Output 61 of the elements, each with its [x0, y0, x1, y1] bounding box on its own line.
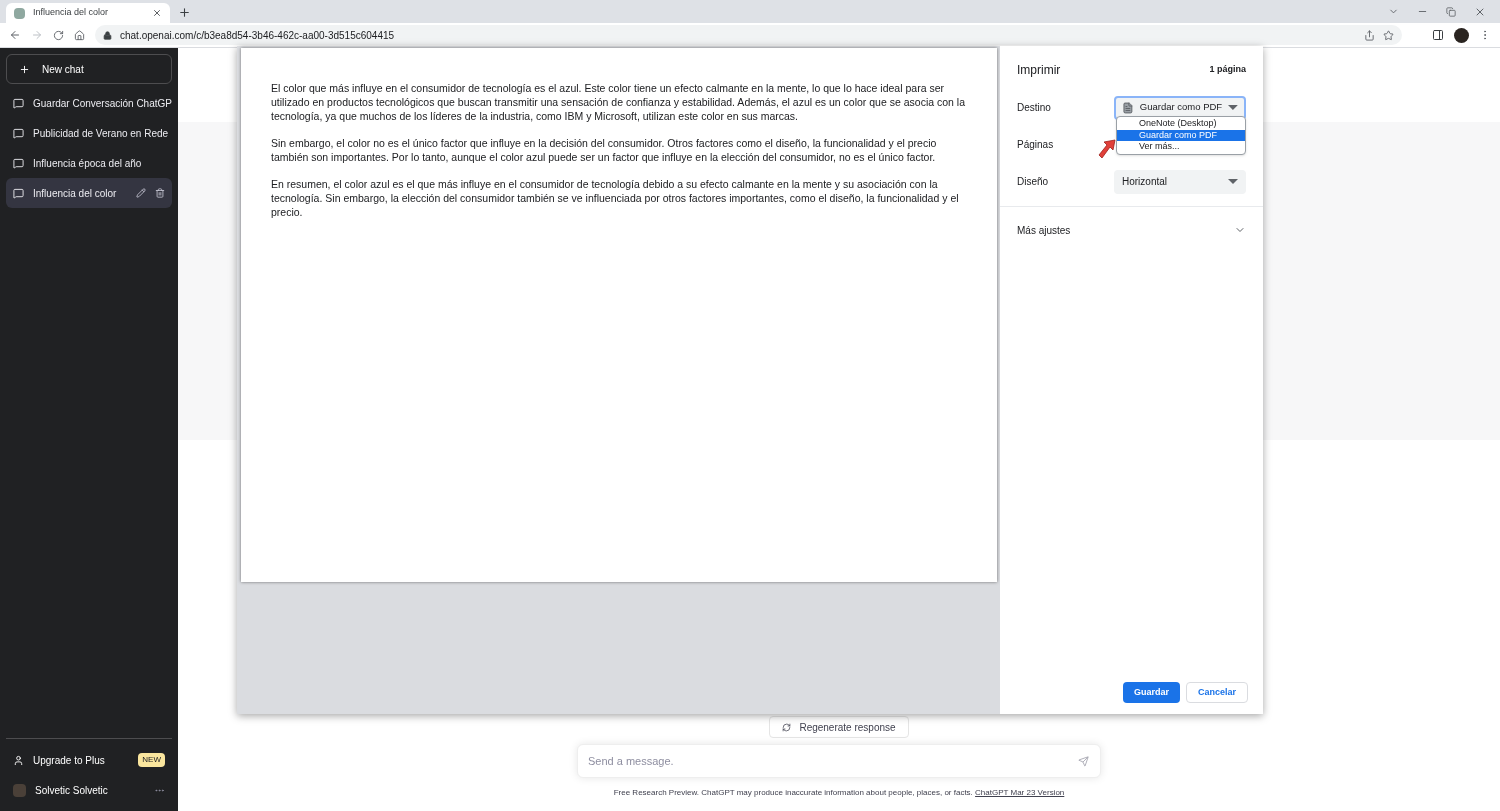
new-badge: NEW [138, 753, 165, 767]
home-icon[interactable] [74, 29, 85, 41]
chat-bubble-icon [13, 127, 24, 139]
layout-select[interactable]: Horizontal [1114, 169, 1246, 194]
chat-history-item[interactable]: Influencia del color [6, 178, 172, 208]
profile-avatar[interactable] [1454, 27, 1469, 43]
address-field[interactable]: chat.openai.com/c/b3ea8d54-3b46-462c-aa00-3d515c604415 [95, 25, 1402, 45]
message-input[interactable]: Send a message. [577, 744, 1101, 778]
refresh-icon [782, 722, 792, 732]
new-tab-icon[interactable] [178, 6, 191, 19]
more-settings-toggle[interactable]: Más ajustes [1017, 207, 1246, 253]
dropdown-option[interactable]: Guardar como PDF [1117, 129, 1245, 141]
lock-icon [103, 30, 112, 40]
dialog-title: Imprimir [1017, 62, 1061, 79]
layout-value: Horizontal [1122, 175, 1169, 189]
chat-bubble-icon [13, 157, 24, 169]
plus-icon [19, 63, 30, 75]
send-icon[interactable] [1078, 756, 1089, 767]
dropdown-caret-icon [1228, 179, 1238, 184]
reload-icon[interactable] [53, 29, 64, 41]
chat-bubble-icon [13, 97, 24, 109]
chat-history-item[interactable]: Guardar Conversación ChatGP [6, 88, 172, 118]
preview-paragraph: Sin embargo, el color no es el único factor que influye en la decisión del consumidor. Otros factores como el diseño, la funcionalidad y el precio también son importantes. Por lo tanto, aunque el color azul puede ser un factor que influye en la elección del consumidor, no es el único factor. [271, 136, 938, 164]
pointer-arrow-icon [1098, 139, 1116, 159]
side-panel-icon[interactable] [1432, 29, 1444, 41]
bookmark-star-icon[interactable] [1383, 29, 1394, 41]
url-text: chat.openai.com/c/b3ea8d54-3b46-462c-aa00-3d515c604415 [120, 28, 396, 43]
tab-title: Influencia del color [33, 6, 110, 20]
chat-history-item[interactable]: Influencia época del año [6, 148, 172, 178]
chat-bubble-icon [13, 187, 24, 199]
destination-value: Guardar como PDF [1139, 100, 1223, 115]
preview-paragraph: El color que más influye en el consumidor de tecnología es el azul. Este color tiene un efecto calmante en la mente, lo que lo hace ideal para ser utilizado en productos tecnológicos que buscan transmitir una sensación de confianza y estabilidad. Además, el azul es un color que se asocia con la tecnología, ya que muchos de los líderes de la industria, como IBM y Microsoft, utilizan este color en sus marcas. [271, 81, 966, 123]
page-count: 1 página [1209, 63, 1246, 77]
version-link[interactable]: ChatGPT Mar 23 Version [975, 788, 1065, 797]
upgrade-item[interactable]: Upgrade to Plus NEW [6, 745, 172, 775]
setting-label: Diseño [1017, 175, 1049, 189]
regenerate-button[interactable]: Regenerate response [769, 716, 909, 738]
setting-label: Páginas [1017, 138, 1054, 152]
setting-label: Destino [1017, 101, 1051, 115]
dropdown-caret-icon [1228, 105, 1238, 110]
close-tab-icon[interactable] [152, 8, 162, 18]
cancel-button[interactable]: Cancelar [1185, 682, 1248, 703]
chat-history-item[interactable]: Publicidad de Verano en Rede [6, 118, 172, 148]
user-avatar [13, 783, 26, 797]
delete-icon[interactable] [155, 188, 165, 198]
dropdown-option[interactable]: OneNote (Desktop) [1117, 118, 1245, 130]
destination-select[interactable]: Guardar como PDF [1114, 95, 1246, 120]
share-icon[interactable] [1364, 29, 1375, 41]
preview-paragraph: En resumen, el color azul es el que más influye en el consumidor de tecnología debido a su efecto calmante en la mente y su asociación con la tecnología. Sin embargo, la elección del consumidor también se ve influenciada por otros factores importantes, como el diseño, la funcionalidad y el precio. [271, 177, 960, 219]
edit-icon[interactable] [136, 188, 146, 198]
document-icon [1122, 101, 1134, 114]
back-icon[interactable] [9, 29, 21, 41]
browser-tab[interactable]: Influencia del color [6, 3, 170, 23]
dropdown-option[interactable]: Ver más... [1117, 141, 1245, 153]
restore-icon[interactable] [1446, 6, 1456, 17]
new-chat-button[interactable]: New chat [6, 54, 172, 84]
disclaimer-text: Free Research Preview. ChatGPT may produce inaccurate information about people, places, or facts. ChatGPT Mar 23 Version [613, 787, 1065, 799]
user-icon [13, 754, 24, 766]
site-favicon-icon [14, 7, 25, 19]
save-button[interactable]: Guardar [1122, 682, 1180, 703]
account-item[interactable]: Solvetic Solvetic [6, 775, 172, 805]
